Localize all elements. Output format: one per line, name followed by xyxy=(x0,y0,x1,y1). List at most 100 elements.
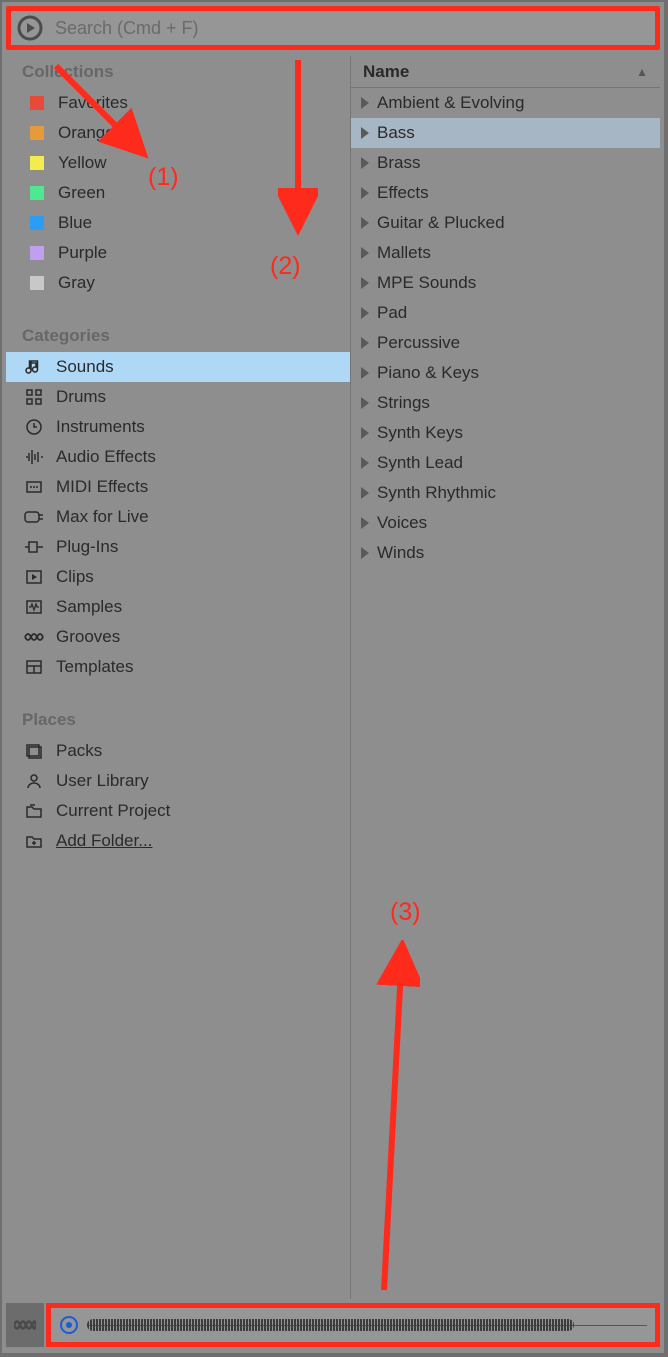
content-item-ambient-evolving[interactable]: Ambient & Evolving xyxy=(351,88,660,118)
category-label: Sounds xyxy=(56,357,114,377)
sample-icon xyxy=(24,597,44,617)
collection-gray[interactable]: Gray xyxy=(6,268,350,298)
expand-triangle-icon xyxy=(361,97,369,109)
content-item-label: Synth Rhythmic xyxy=(377,483,496,503)
content-item-label: Ambient & Evolving xyxy=(377,93,524,113)
category-label: Audio Effects xyxy=(56,447,156,467)
place-packs[interactable]: Packs xyxy=(6,736,350,766)
expand-triangle-icon xyxy=(361,517,369,529)
content-item-strings[interactable]: Strings xyxy=(351,388,660,418)
category-grooves[interactable]: Grooves xyxy=(6,622,350,652)
collection-green[interactable]: Green xyxy=(6,178,350,208)
content-item-winds[interactable]: Winds xyxy=(351,538,660,568)
search-input[interactable] xyxy=(49,13,655,43)
color-swatch-icon xyxy=(30,156,44,170)
category-label: Instruments xyxy=(56,417,145,437)
color-swatch-icon xyxy=(30,126,44,140)
content-item-pad[interactable]: Pad xyxy=(351,298,660,328)
grid-icon xyxy=(24,387,44,407)
color-swatch-icon xyxy=(30,276,44,290)
collection-orange[interactable]: Orange xyxy=(6,118,350,148)
color-swatch-icon xyxy=(30,96,44,110)
content-item-bass[interactable]: Bass xyxy=(351,118,660,148)
category-clips[interactable]: Clips xyxy=(6,562,350,592)
section-header-collections: Collections xyxy=(6,56,350,88)
category-samples[interactable]: Samples xyxy=(6,592,350,622)
collection-label: Favorites xyxy=(58,93,128,113)
content-item-synth-keys[interactable]: Synth Keys xyxy=(351,418,660,448)
place-current-project[interactable]: Current Project xyxy=(6,796,350,826)
category-plug-ins[interactable]: Plug-Ins xyxy=(6,532,350,562)
collection-blue[interactable]: Blue xyxy=(6,208,350,238)
content-item-effects[interactable]: Effects xyxy=(351,178,660,208)
groove-tab-icon[interactable] xyxy=(6,1303,44,1347)
collection-yellow[interactable]: Yellow xyxy=(6,148,350,178)
content-item-label: Synth Keys xyxy=(377,423,463,443)
content-item-label: Mallets xyxy=(377,243,431,263)
content-item-label: MPE Sounds xyxy=(377,273,476,293)
content-item-guitar-plucked[interactable]: Guitar & Plucked xyxy=(351,208,660,238)
content-item-synth-lead[interactable]: Synth Lead xyxy=(351,448,660,478)
category-drums[interactable]: Drums xyxy=(6,382,350,412)
expand-triangle-icon xyxy=(361,157,369,169)
expand-triangle-icon xyxy=(361,547,369,559)
clip-icon xyxy=(24,567,44,587)
collection-purple[interactable]: Purple xyxy=(6,238,350,268)
content-item-label: Percussive xyxy=(377,333,460,353)
folder-icon xyxy=(24,801,44,821)
expand-triangle-icon xyxy=(361,307,369,319)
expand-triangle-icon xyxy=(361,127,369,139)
main-split: Collections Favorites Orange YellowGreenBl… xyxy=(6,56,660,1299)
category-max-for-live[interactable]: Max for Live xyxy=(6,502,350,532)
preview-waveform[interactable] xyxy=(87,1315,647,1335)
place-label: User Library xyxy=(56,771,149,791)
category-label: Templates xyxy=(56,657,133,677)
wave-icon xyxy=(24,447,44,467)
place-add-folder-[interactable]: Add Folder... xyxy=(6,826,350,856)
category-audio-effects[interactable]: Audio Effects xyxy=(6,442,350,472)
content-item-label: Voices xyxy=(377,513,427,533)
browser-panel: Collections Favorites Orange YellowGreenBl… xyxy=(2,2,664,1353)
section-header-categories: Categories xyxy=(6,320,350,352)
search-bar xyxy=(6,6,660,50)
content-item-label: Strings xyxy=(377,393,430,413)
content-item-label: Synth Lead xyxy=(377,453,463,473)
content-item-mpe-sounds[interactable]: MPE Sounds xyxy=(351,268,660,298)
collection-favorites[interactable]: Favorites xyxy=(6,88,350,118)
collection-label: Purple xyxy=(58,243,107,263)
note-icon xyxy=(24,357,44,377)
category-label: MIDI Effects xyxy=(56,477,148,497)
category-midi-effects[interactable]: MIDI Effects xyxy=(6,472,350,502)
color-swatch-icon xyxy=(30,216,44,230)
groove-icon xyxy=(24,627,44,647)
color-swatch-icon xyxy=(30,186,44,200)
preview-headphone-icon[interactable] xyxy=(59,1315,79,1335)
packs-icon xyxy=(24,741,44,761)
category-sounds[interactable]: Sounds xyxy=(6,352,350,382)
category-templates[interactable]: Templates xyxy=(6,652,350,682)
content-item-percussive[interactable]: Percussive xyxy=(351,328,660,358)
category-instruments[interactable]: Instruments xyxy=(6,412,350,442)
content-item-label: Bass xyxy=(377,123,415,143)
column-header-name[interactable]: Name ▲ xyxy=(351,56,660,88)
category-label: Drums xyxy=(56,387,106,407)
expand-triangle-icon xyxy=(361,367,369,379)
collection-label: Orange xyxy=(58,123,115,143)
place-user-library[interactable]: User Library xyxy=(6,766,350,796)
content-item-label: Pad xyxy=(377,303,407,323)
expand-triangle-icon xyxy=(361,457,369,469)
content-item-synth-rhythmic[interactable]: Synth Rhythmic xyxy=(351,478,660,508)
expand-triangle-icon xyxy=(361,427,369,439)
clock-icon xyxy=(24,417,44,437)
content-item-mallets[interactable]: Mallets xyxy=(351,238,660,268)
color-swatch-icon xyxy=(30,246,44,260)
user-icon xyxy=(24,771,44,791)
content-item-label: Piano & Keys xyxy=(377,363,479,383)
content-item-brass[interactable]: Brass xyxy=(351,148,660,178)
content-item-label: Effects xyxy=(377,183,429,203)
content-item-label: Winds xyxy=(377,543,424,563)
column-header-label: Name xyxy=(363,62,409,82)
content-item-voices[interactable]: Voices xyxy=(351,508,660,538)
content-item-piano-keys[interactable]: Piano & Keys xyxy=(351,358,660,388)
browser-toggle-icon[interactable] xyxy=(11,11,49,45)
